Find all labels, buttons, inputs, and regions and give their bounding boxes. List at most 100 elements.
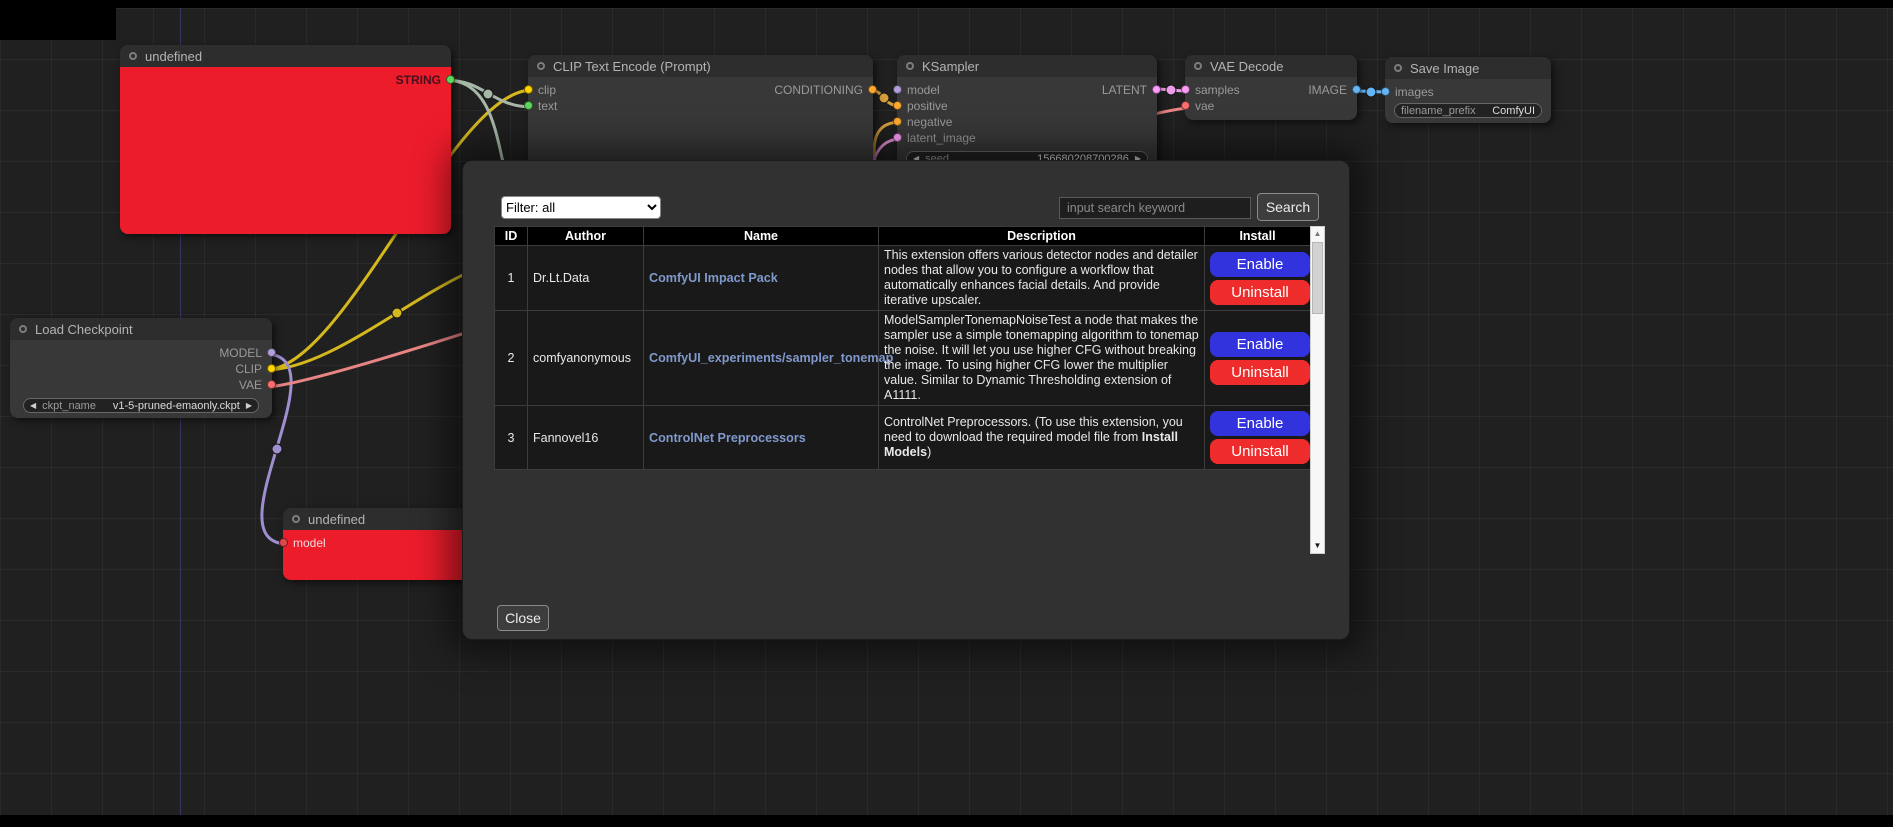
enable-button[interactable]: Enable: [1210, 332, 1310, 357]
node-save-image[interactable]: Save Image images filename_prefix ComfyU…: [1385, 57, 1551, 123]
ckpt-name-widget[interactable]: ◀ ckpt_name v1-5-pruned-emaonly.ckpt ▶: [23, 398, 259, 413]
input-pin-negative[interactable]: [893, 117, 902, 126]
input-pin-model[interactable]: [279, 538, 288, 547]
table-scrollbar[interactable]: ▲ ▼: [1310, 226, 1325, 554]
cell-author: Dr.Lt.Data: [528, 246, 644, 311]
input-pin-clip[interactable]: [524, 85, 533, 94]
node-clip-text-encode[interactable]: CLIP Text Encode (Prompt) clip CONDITION…: [528, 55, 873, 165]
scroll-up-icon[interactable]: ▲: [1311, 227, 1324, 241]
node-title: undefined: [145, 49, 202, 64]
link-midpoint-dot[interactable]: [879, 93, 889, 103]
col-header-id: ID: [495, 227, 528, 246]
input-pin-vae[interactable]: [1181, 101, 1190, 110]
node-title: KSampler: [922, 59, 979, 74]
collapse-dot-icon[interactable]: [537, 62, 545, 70]
ckpt-decrement-icon[interactable]: ◀: [30, 401, 36, 410]
scrollbar-thumb[interactable]: [1312, 242, 1323, 314]
col-header-author: Author: [528, 227, 644, 246]
search-input[interactable]: [1059, 197, 1251, 219]
output-pin-latent[interactable]: [1152, 85, 1161, 94]
node-load-checkpoint[interactable]: Load Checkpoint MODEL CLIP VAE ◀ ckpt_na…: [10, 318, 272, 418]
link-midpoint-dot[interactable]: [272, 444, 282, 454]
output-pin-model[interactable]: [267, 348, 276, 357]
slot-label-images: images: [1395, 85, 1434, 99]
link-midpoint-dot[interactable]: [1166, 85, 1176, 95]
close-button[interactable]: Close: [497, 605, 549, 631]
node-title: Save Image: [1410, 61, 1479, 76]
cell-description: This extension offers various detector n…: [879, 246, 1205, 311]
uninstall-button[interactable]: Uninstall: [1210, 439, 1310, 464]
filter-select[interactable]: Filter: all: [501, 196, 661, 219]
cell-description: ControlNet Preprocessors. (To use this e…: [879, 406, 1205, 470]
input-pin-images[interactable]: [1381, 87, 1390, 96]
slot-label-vae: vae: [1195, 99, 1214, 113]
extension-link[interactable]: ComfyUI_experiments/sampler_tonemap: [649, 351, 893, 365]
output-pin-clip[interactable]: [267, 364, 276, 373]
enable-button[interactable]: Enable: [1210, 411, 1310, 436]
collapse-dot-icon[interactable]: [19, 325, 27, 333]
col-header-name: Name: [644, 227, 879, 246]
ckpt-widget-label: ckpt_name: [42, 400, 96, 412]
input-pin-samples[interactable]: [1181, 85, 1190, 94]
cell-install: Enable Uninstall: [1205, 311, 1311, 406]
link-midpoint-dot[interactable]: [483, 89, 493, 99]
cell-author: Fannovel16: [528, 406, 644, 470]
slot-label-model: model: [293, 536, 326, 550]
input-pin-positive[interactable]: [893, 101, 902, 110]
node-title: undefined: [308, 512, 365, 527]
description-text: ): [927, 445, 931, 459]
collapse-dot-icon[interactable]: [1194, 62, 1202, 70]
extension-link[interactable]: ComfyUI Impact Pack: [649, 271, 778, 285]
search-button[interactable]: Search: [1257, 193, 1319, 221]
collapse-dot-icon[interactable]: [1394, 64, 1402, 72]
slot-label-negative: negative: [907, 115, 952, 129]
output-pin-string[interactable]: [446, 75, 455, 84]
table-row: 2 comfyanonymous ComfyUI_experiments/sam…: [495, 311, 1311, 406]
cell-description: ModelSamplerTonemapNoiseTest a node that…: [879, 311, 1205, 406]
node-ksampler[interactable]: KSampler model LATENT positive negative …: [897, 55, 1157, 168]
node-title-bar[interactable]: KSampler: [897, 55, 1157, 77]
ckpt-increment-icon[interactable]: ▶: [246, 401, 252, 410]
node-undefined-top[interactable]: undefined STRING: [120, 45, 451, 234]
collapse-dot-icon[interactable]: [906, 62, 914, 70]
cell-id: 1: [495, 246, 528, 311]
link-midpoint-dot[interactable]: [1366, 87, 1376, 97]
prefix-widget-value: ComfyUI: [1492, 105, 1535, 117]
node-title-bar[interactable]: CLIP Text Encode (Prompt): [528, 55, 873, 77]
uninstall-button[interactable]: Uninstall: [1210, 360, 1310, 385]
filename-prefix-widget[interactable]: filename_prefix ComfyUI: [1394, 103, 1542, 118]
node-title-bar[interactable]: Save Image: [1385, 57, 1551, 79]
input-pin-model[interactable]: [893, 85, 902, 94]
ckpt-widget-value: v1-5-pruned-emaonly.ckpt: [113, 400, 240, 412]
extensions-table-container: ID Author Name Description Install 1 Dr.…: [494, 226, 1325, 554]
output-pin-vae[interactable]: [267, 380, 276, 389]
uninstall-button[interactable]: Uninstall: [1210, 280, 1310, 305]
description-text: ModelSamplerTonemapNoiseTest a node that…: [884, 313, 1199, 402]
extension-link[interactable]: ControlNet Preprocessors: [649, 431, 806, 445]
collapse-dot-icon[interactable]: [292, 515, 300, 523]
node-title-bar[interactable]: Load Checkpoint: [10, 318, 272, 340]
table-row: 3 Fannovel16 ControlNet Preprocessors Co…: [495, 406, 1311, 470]
input-pin-latent-image[interactable]: [893, 133, 902, 142]
slot-label-latent: LATENT: [1102, 83, 1147, 97]
output-pin-image[interactable]: [1352, 85, 1361, 94]
output-pin-conditioning[interactable]: [868, 85, 877, 94]
cell-author: comfyanonymous: [528, 311, 644, 406]
col-header-description: Description: [879, 227, 1205, 246]
collapse-dot-icon[interactable]: [129, 52, 137, 60]
link-midpoint-dot[interactable]: [392, 308, 402, 318]
slot-label-vae-out: VAE: [239, 378, 262, 392]
slot-label-conditioning: CONDITIONING: [774, 83, 863, 97]
table-row: 1 Dr.Lt.Data ComfyUI Impact Pack This ex…: [495, 246, 1311, 311]
node-title-bar[interactable]: undefined: [120, 45, 451, 67]
slot-label-positive: positive: [907, 99, 948, 113]
input-pin-text[interactable]: [524, 101, 533, 110]
table-header-row: ID Author Name Description Install: [495, 227, 1311, 246]
scroll-down-icon[interactable]: ▼: [1311, 539, 1324, 553]
slot-label-model: model: [907, 83, 940, 97]
enable-button[interactable]: Enable: [1210, 252, 1310, 277]
cell-install: Enable Uninstall: [1205, 246, 1311, 311]
node-vae-decode[interactable]: VAE Decode samples IMAGE vae: [1185, 55, 1357, 120]
slot-label-text: text: [538, 99, 557, 113]
node-title-bar[interactable]: VAE Decode: [1185, 55, 1357, 77]
